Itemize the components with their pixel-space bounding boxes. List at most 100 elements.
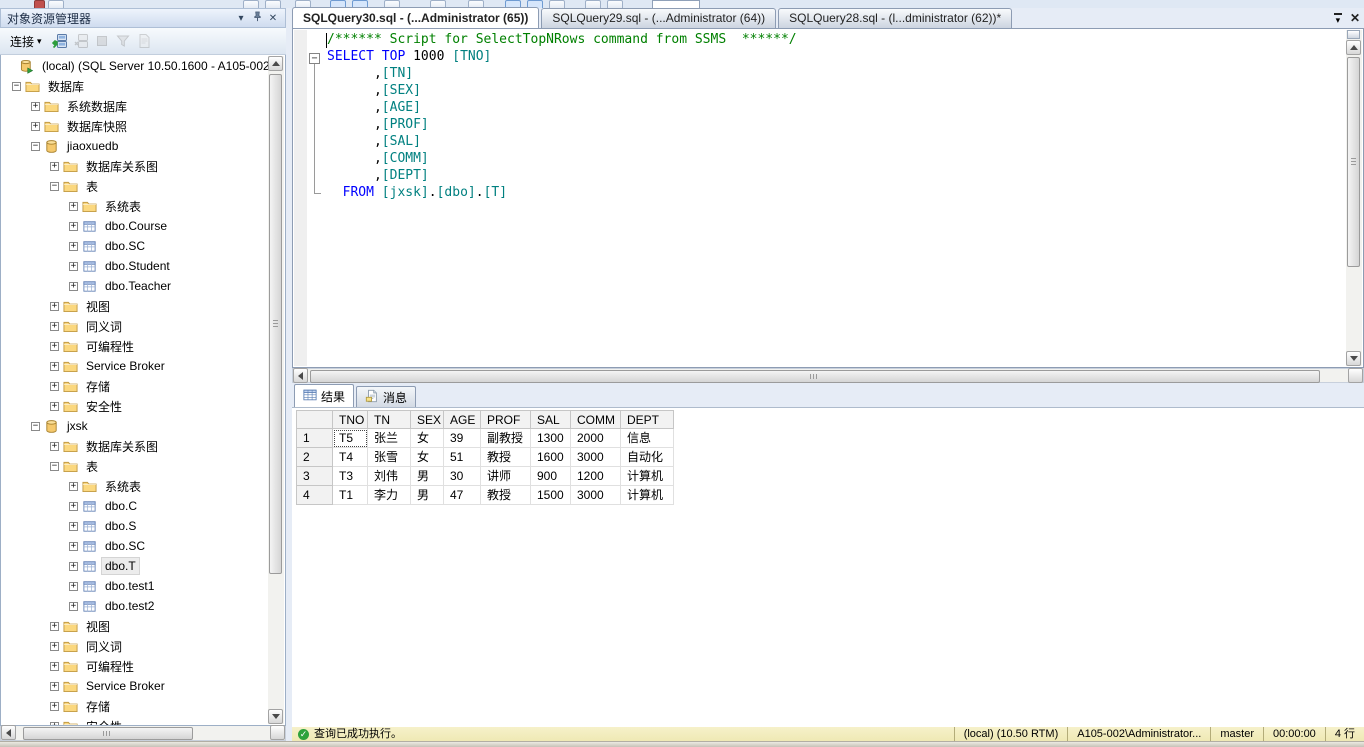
expand-icon[interactable]: +	[50, 302, 59, 311]
tree-item[interactable]: +系统表	[1, 476, 268, 496]
column-header[interactable]: TN	[368, 410, 411, 429]
tree-item[interactable]: +dbo.C	[1, 496, 268, 516]
column-header[interactable]: SAL	[531, 410, 571, 429]
row-number[interactable]: 1	[296, 429, 333, 448]
scrollbar-thumb[interactable]	[269, 74, 282, 574]
expand-icon[interactable]: +	[50, 622, 59, 631]
grid-cell[interactable]: 计算机	[621, 467, 674, 486]
expand-icon[interactable]: +	[50, 642, 59, 651]
scrollbar-thumb[interactable]	[1347, 57, 1360, 267]
row-number[interactable]: 4	[296, 486, 333, 505]
column-header[interactable]: COMM	[571, 410, 621, 429]
editor-vertical-scrollbar[interactable]	[1346, 30, 1362, 366]
column-header[interactable]: SEX	[411, 410, 444, 429]
tree-item[interactable]: +存储	[1, 376, 268, 396]
grid-cell[interactable]: 39	[444, 429, 481, 448]
tree-item[interactable]: +视图	[1, 616, 268, 636]
expand-icon[interactable]: +	[50, 682, 59, 691]
tree-item[interactable]: +dbo.test2	[1, 596, 268, 616]
scrollbar-thumb[interactable]	[310, 370, 1320, 383]
grid-cell[interactable]: 3000	[571, 448, 621, 467]
tree-item[interactable]: +Service Broker	[1, 356, 268, 376]
column-header[interactable]: AGE	[444, 410, 481, 429]
grid-cell[interactable]: 30	[444, 467, 481, 486]
active-files-dropdown-icon[interactable]: ▾	[1334, 13, 1342, 23]
expand-icon[interactable]: +	[50, 442, 59, 451]
grid-cell[interactable]: 自动化	[621, 448, 674, 467]
tree-item[interactable]: +dbo.Course	[1, 216, 268, 236]
scroll-left-button[interactable]	[293, 368, 308, 383]
outline-collapse-icon[interactable]: −	[309, 53, 320, 64]
tree-item[interactable]: +数据库关系图	[1, 436, 268, 456]
grid-cell[interactable]: 男	[411, 467, 444, 486]
grid-cell[interactable]: 1500	[531, 486, 571, 505]
tree-item[interactable]: +视图	[1, 296, 268, 316]
tree-item[interactable]: (local) (SQL Server 10.50.1600 - A105-00…	[1, 56, 268, 76]
grid-cell[interactable]: 副教授	[481, 429, 531, 448]
expand-icon[interactable]: +	[50, 342, 59, 351]
tree-item[interactable]: +安全性	[1, 716, 268, 725]
tab-results[interactable]: 结果	[294, 384, 354, 407]
grid-cell[interactable]: 讲师	[481, 467, 531, 486]
editor-tab[interactable]: SQLQuery28.sql - (l...dministrator (62))…	[778, 8, 1012, 28]
grid-cell[interactable]: 2000	[571, 429, 621, 448]
tree-item[interactable]: +dbo.Teacher	[1, 276, 268, 296]
tree-item[interactable]: +dbo.test1	[1, 576, 268, 596]
tree-item[interactable]: +数据库关系图	[1, 156, 268, 176]
scroll-right-button[interactable]	[270, 725, 285, 740]
collapse-icon[interactable]: −	[12, 82, 21, 91]
tree-horizontal-scrollbar[interactable]	[0, 726, 286, 741]
expand-icon[interactable]: +	[69, 222, 78, 231]
grid-cell[interactable]: 1600	[531, 448, 571, 467]
tree-item[interactable]: +可编程性	[1, 656, 268, 676]
grid-cell[interactable]: 1200	[571, 467, 621, 486]
tree-item[interactable]: +存储	[1, 696, 268, 716]
window-position-icon[interactable]: ▾	[233, 13, 249, 24]
grid-cell[interactable]: 51	[444, 448, 481, 467]
close-document-icon[interactable]: ✕	[1350, 11, 1360, 25]
collapse-icon[interactable]: −	[50, 462, 59, 471]
tree-vertical-scrollbar[interactable]	[268, 56, 284, 724]
column-header[interactable]: PROF	[481, 410, 531, 429]
grid-cell[interactable]: 1300	[531, 429, 571, 448]
expand-icon[interactable]: +	[50, 722, 59, 726]
grid-cell[interactable]: 3000	[571, 486, 621, 505]
grid-cell[interactable]: 900	[531, 467, 571, 486]
grid-cell[interactable]: 信息	[621, 429, 674, 448]
expand-icon[interactable]: +	[69, 602, 78, 611]
scroll-down-button[interactable]	[268, 709, 283, 724]
tree-item[interactable]: +系统表	[1, 196, 268, 216]
tree-item[interactable]: −数据库	[1, 76, 268, 96]
collapse-icon[interactable]: −	[50, 182, 59, 191]
grid-cell[interactable]: 计算机	[621, 486, 674, 505]
expand-icon[interactable]: +	[69, 242, 78, 251]
stop-icon[interactable]	[93, 32, 111, 50]
expand-icon[interactable]: +	[69, 562, 78, 571]
expand-icon[interactable]: +	[69, 522, 78, 531]
grid-cell[interactable]: 教授	[481, 448, 531, 467]
expand-icon[interactable]: +	[31, 102, 40, 111]
scroll-down-button[interactable]	[1346, 351, 1361, 366]
script-icon[interactable]	[135, 32, 153, 50]
grid-cell[interactable]: 教授	[481, 486, 531, 505]
grid-cell[interactable]: 男	[411, 486, 444, 505]
tree-item[interactable]: +dbo.S	[1, 516, 268, 536]
scroll-left-button[interactable]	[1, 725, 16, 740]
expand-icon[interactable]: +	[69, 482, 78, 491]
grid-cell[interactable]: T3	[333, 467, 368, 486]
grid-cell[interactable]: T4	[333, 448, 368, 467]
tree-item[interactable]: +数据库快照	[1, 116, 268, 136]
collapse-icon[interactable]: −	[31, 142, 40, 151]
scroll-up-button[interactable]	[268, 56, 283, 71]
grid-cell[interactable]: 47	[444, 486, 481, 505]
expand-icon[interactable]: +	[50, 162, 59, 171]
grid-cell[interactable]: 李力	[368, 486, 411, 505]
disconnect-icon[interactable]	[72, 32, 90, 50]
connect-object-explorer-icon[interactable]	[51, 32, 69, 50]
tree-item[interactable]: +dbo.SC	[1, 536, 268, 556]
close-icon[interactable]: ✕	[265, 13, 281, 24]
tree-item[interactable]: −jiaoxuedb	[1, 136, 268, 156]
expand-icon[interactable]: +	[69, 582, 78, 591]
expand-icon[interactable]: +	[50, 382, 59, 391]
grid-cell[interactable]: T5	[333, 429, 368, 448]
